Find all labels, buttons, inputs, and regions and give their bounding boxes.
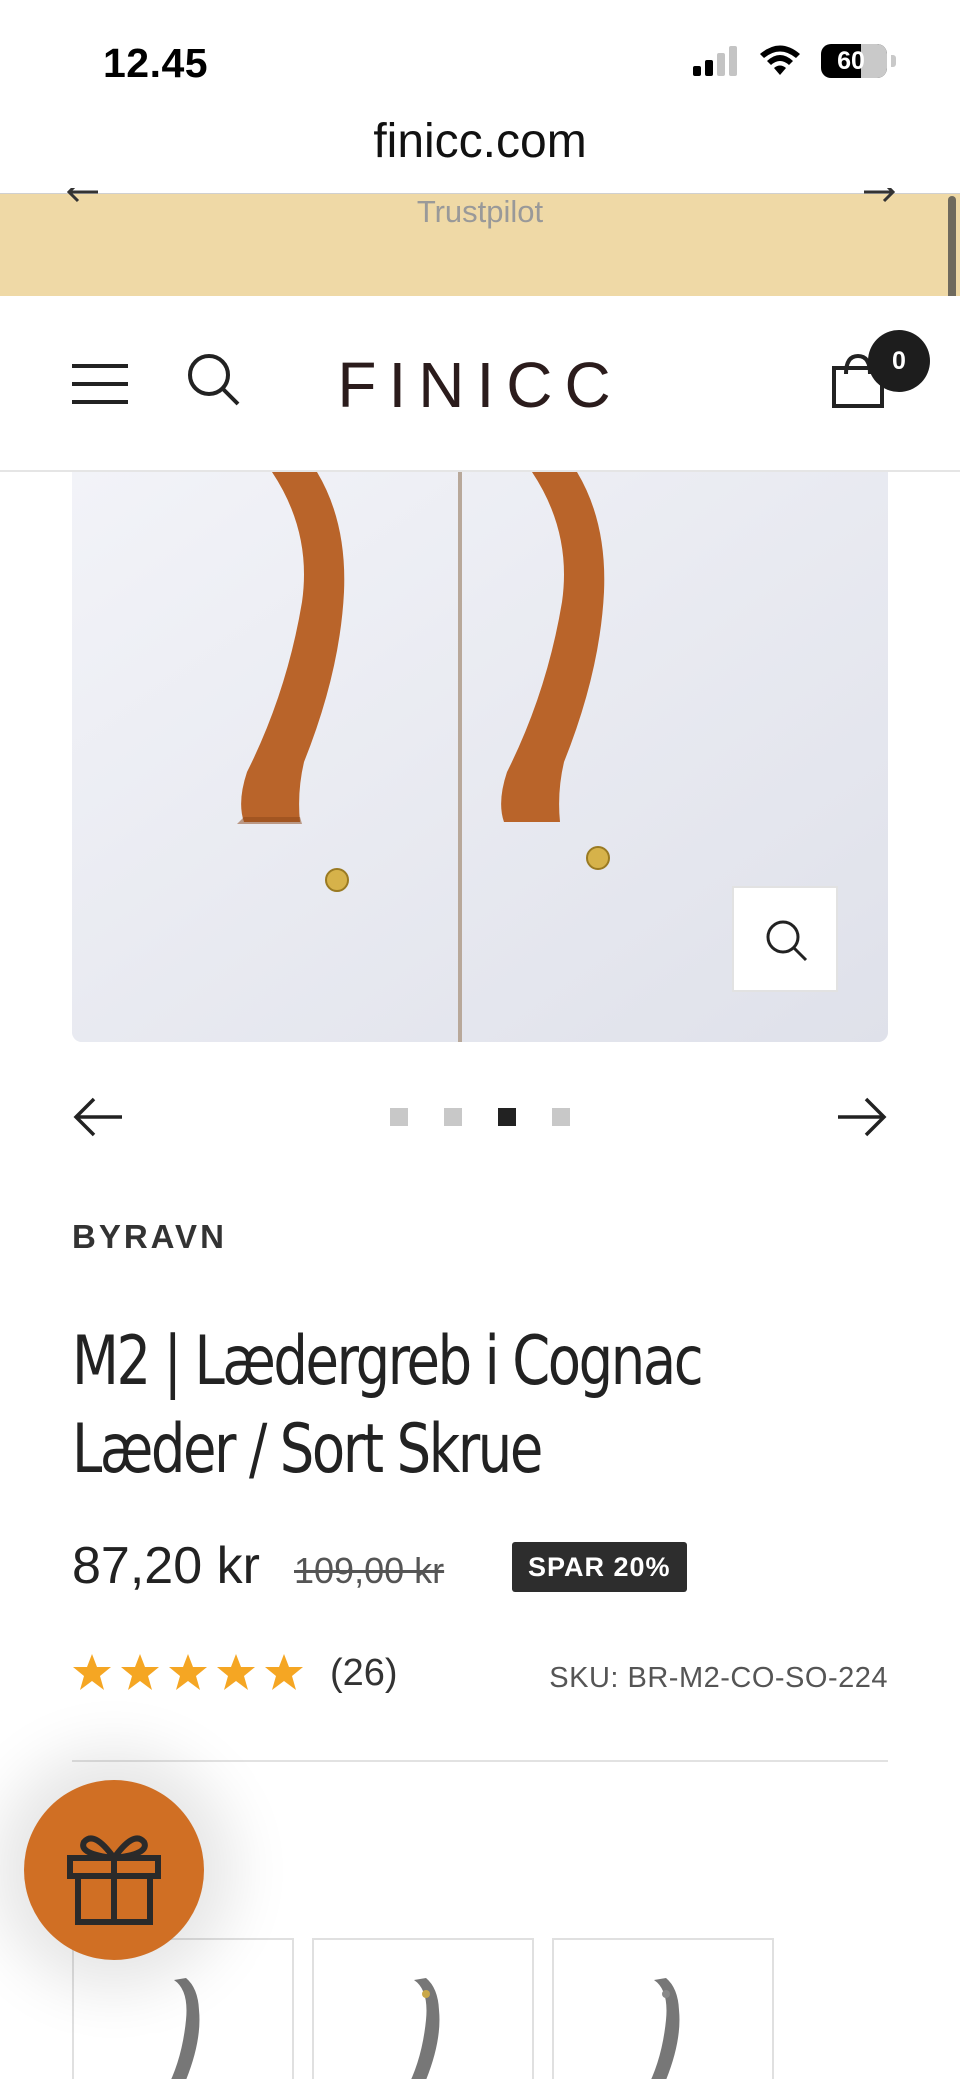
gallery-dot[interactable] [390,1108,408,1126]
gallery-dot[interactable] [444,1108,462,1126]
gift-icon [67,1835,161,1925]
rating-row: (26) SKU: BR-M2-CO-SO-224 [72,1652,888,1702]
discount-badge: SPAR 20% [512,1542,687,1592]
star-rating[interactable] [72,1652,304,1692]
swatch-image [651,1978,680,2079]
gallery-dot-active[interactable] [498,1108,516,1126]
price-row: 87,20 kr 109,00 kr SPAR 20% [72,1532,892,1602]
gallery-dot[interactable] [552,1108,570,1126]
variant-swatch[interactable] [552,1938,774,2079]
site-logo[interactable]: FINICC [0,348,960,422]
zoom-search-icon [766,920,808,962]
variant-swatch[interactable] [312,1938,534,2079]
announcement-bar: Trustpilot [0,188,960,296]
status-icons: 60 [693,44,896,78]
swatch-image [171,1978,200,2079]
cellular-signal-icon [693,46,737,76]
swatch-image [411,1978,440,2079]
battery-tip [891,55,896,67]
gallery-navigation [0,1090,960,1146]
announcement-next-arrow-icon[interactable] [862,188,896,208]
gift-reward-button[interactable] [24,1780,204,1960]
star-icon [217,1654,255,1690]
star-icon [121,1654,159,1690]
cart-count-badge[interactable]: 0 [868,330,930,392]
gallery-prev-arrow-icon[interactable] [72,1090,126,1144]
product-price: 87,20 kr [72,1537,260,1595]
gallery-dots [390,1108,570,1126]
wifi-icon [760,45,800,75]
status-time: 12.45 [103,40,209,86]
star-icon [169,1654,207,1690]
section-divider [72,1760,888,1762]
product-sku: SKU: BR-M2-CO-SO-224 [549,1662,888,1694]
battery-indicator: 60 [821,44,887,78]
review-count[interactable]: (26) [330,1652,398,1695]
site-header: FINICC [0,296,960,472]
gallery-next-arrow-icon[interactable] [834,1090,888,1144]
compare-at-price: 109,00 kr [294,1550,445,1591]
url-text[interactable]: finicc.com [373,114,586,169]
zoom-button[interactable] [732,886,838,992]
product-title: M2 | Lædergreb i Cognac Læder / Sort Skr… [72,1322,704,1489]
announcement-text: Trustpilot [416,194,544,229]
browser-url-bar[interactable]: finicc.com [0,110,960,194]
star-icon [265,1654,303,1690]
star-icon [73,1654,111,1690]
product-vendor[interactable]: BYRAVN [72,1218,227,1256]
status-bar: 12.45 60 [0,0,960,118]
